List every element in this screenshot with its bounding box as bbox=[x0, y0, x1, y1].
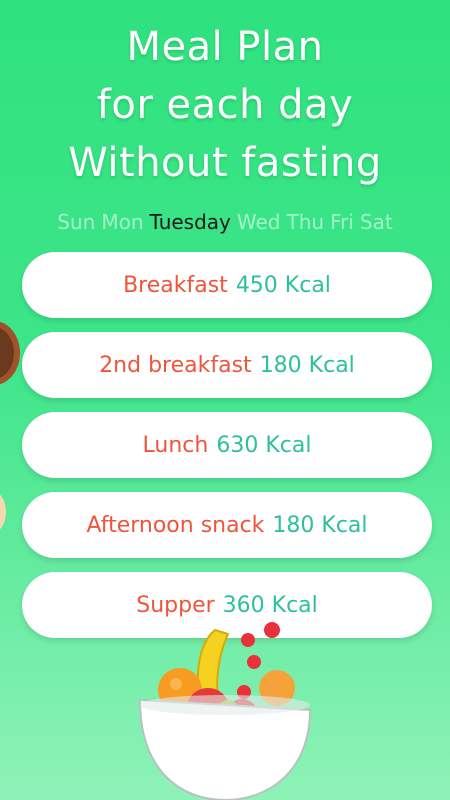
meal-kcal: 180 Kcal bbox=[259, 352, 355, 378]
day-tab-tuesday[interactable]: Tuesday bbox=[150, 210, 231, 234]
meal-card-2nd-breakfast[interactable]: 2nd breakfast 180 Kcal bbox=[22, 332, 432, 398]
headline-line-3: Without fasting bbox=[68, 140, 382, 186]
day-tab-sat[interactable]: Sat bbox=[360, 210, 393, 234]
day-tab-sun[interactable]: Sun bbox=[57, 210, 95, 234]
fruit-bowl-icon bbox=[138, 622, 312, 800]
headline-line-1: Meal Plan bbox=[126, 24, 324, 70]
meal-kcal: 630 Kcal bbox=[216, 432, 312, 458]
meal-name: Afternoon snack bbox=[86, 512, 265, 538]
headline: Meal Plan for each day Without fasting bbox=[0, 18, 450, 192]
donut-icon bbox=[0, 321, 20, 385]
day-tab-fri[interactable]: Fri bbox=[330, 210, 354, 234]
meal-kcal: 450 Kcal bbox=[235, 272, 331, 298]
day-selector: Sun Mon Tuesday Wed Thu Fri Sat bbox=[0, 210, 450, 234]
day-tab-mon[interactable]: Mon bbox=[101, 210, 143, 234]
day-tab-thu[interactable]: Thu bbox=[287, 210, 325, 234]
headline-line-2: for each day bbox=[96, 82, 354, 128]
meal-name: 2nd breakfast bbox=[99, 352, 252, 378]
meal-card-afternoon-snack[interactable]: Afternoon snack 180 Kcal bbox=[22, 492, 432, 558]
meal-name: Breakfast bbox=[123, 272, 228, 298]
meal-list: Breakfast 450 Kcal 2nd breakfast 180 Kca… bbox=[22, 252, 432, 652]
meal-card-breakfast[interactable]: Breakfast 450 Kcal bbox=[22, 252, 432, 318]
meal-card-lunch[interactable]: Lunch 630 Kcal bbox=[22, 412, 432, 478]
meal-kcal: 180 Kcal bbox=[272, 512, 368, 538]
fruit-edge-icon bbox=[0, 494, 6, 530]
day-tab-wed[interactable]: Wed bbox=[237, 210, 281, 234]
meal-name: Lunch bbox=[142, 432, 209, 458]
